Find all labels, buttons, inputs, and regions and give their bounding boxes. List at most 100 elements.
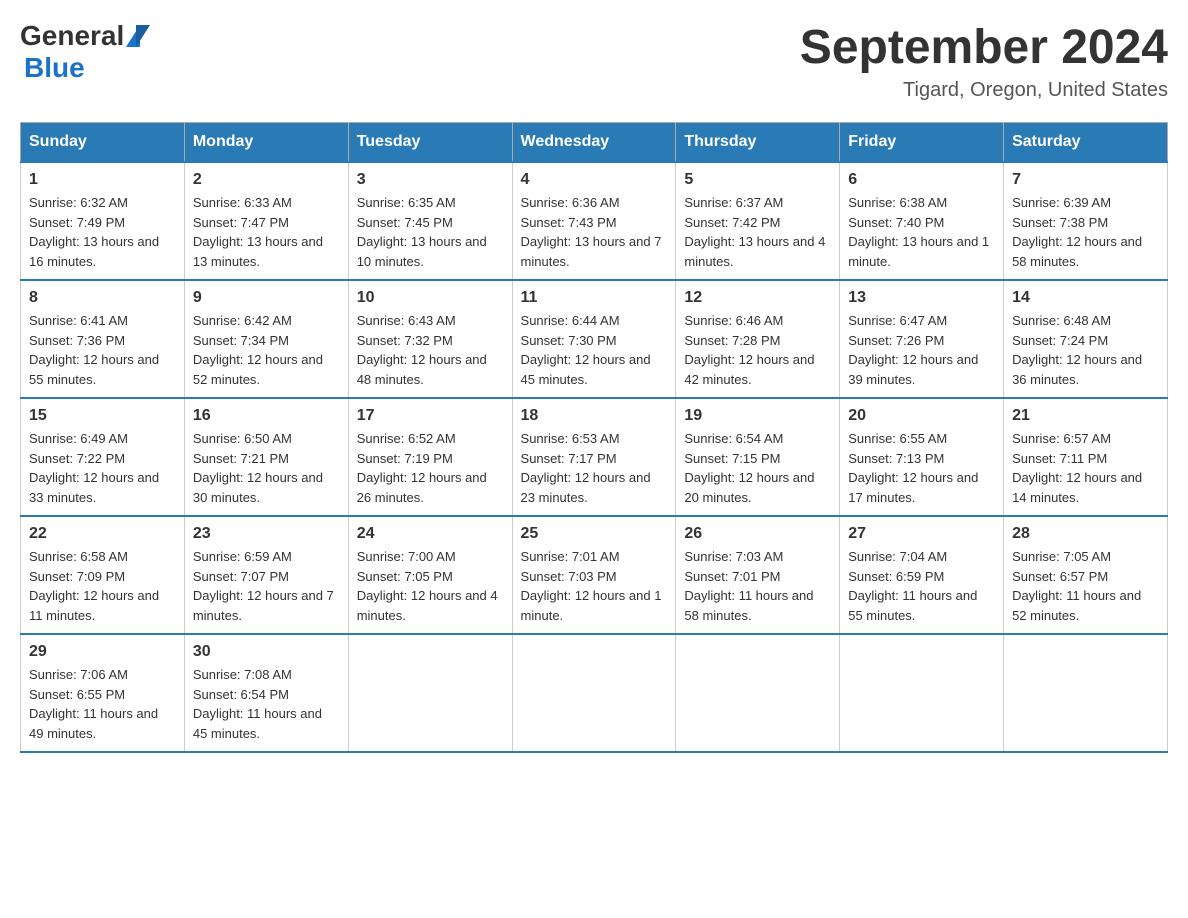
- day-number: 28: [1012, 525, 1159, 543]
- day-info: Sunrise: 6:48 AM Sunset: 7:24 PM Dayligh…: [1012, 311, 1159, 389]
- calendar-week-row: 15 Sunrise: 6:49 AM Sunset: 7:22 PM Dayl…: [21, 398, 1168, 516]
- title-section: September 2024 Tigard, Oregon, United St…: [800, 20, 1168, 102]
- table-row: 1 Sunrise: 6:32 AM Sunset: 7:49 PM Dayli…: [21, 162, 185, 280]
- day-info: Sunrise: 6:38 AM Sunset: 7:40 PM Dayligh…: [848, 193, 995, 271]
- day-info: Sunrise: 7:00 AM Sunset: 7:05 PM Dayligh…: [357, 547, 504, 625]
- day-number: 21: [1012, 407, 1159, 425]
- col-monday: Monday: [184, 123, 348, 163]
- col-thursday: Thursday: [676, 123, 840, 163]
- col-saturday: Saturday: [1004, 123, 1168, 163]
- day-number: 27: [848, 525, 995, 543]
- day-info: Sunrise: 6:55 AM Sunset: 7:13 PM Dayligh…: [848, 429, 995, 507]
- day-info: Sunrise: 6:57 AM Sunset: 7:11 PM Dayligh…: [1012, 429, 1159, 507]
- table-row: 13 Sunrise: 6:47 AM Sunset: 7:26 PM Dayl…: [840, 280, 1004, 398]
- calendar-week-row: 8 Sunrise: 6:41 AM Sunset: 7:36 PM Dayli…: [21, 280, 1168, 398]
- table-row: 19 Sunrise: 6:54 AM Sunset: 7:15 PM Dayl…: [676, 398, 840, 516]
- table-row: 29 Sunrise: 7:06 AM Sunset: 6:55 PM Dayl…: [21, 634, 185, 752]
- table-row: 24 Sunrise: 7:00 AM Sunset: 7:05 PM Dayl…: [348, 516, 512, 634]
- calendar-week-row: 1 Sunrise: 6:32 AM Sunset: 7:49 PM Dayli…: [21, 162, 1168, 280]
- day-number: 16: [193, 407, 340, 425]
- day-number: 30: [193, 643, 340, 661]
- day-number: 14: [1012, 289, 1159, 307]
- table-row: [1004, 634, 1168, 752]
- day-number: 24: [357, 525, 504, 543]
- day-number: 6: [848, 171, 995, 189]
- table-row: 8 Sunrise: 6:41 AM Sunset: 7:36 PM Dayli…: [21, 280, 185, 398]
- day-info: Sunrise: 6:52 AM Sunset: 7:19 PM Dayligh…: [357, 429, 504, 507]
- table-row: 6 Sunrise: 6:38 AM Sunset: 7:40 PM Dayli…: [840, 162, 1004, 280]
- day-info: Sunrise: 6:39 AM Sunset: 7:38 PM Dayligh…: [1012, 193, 1159, 271]
- table-row: 12 Sunrise: 6:46 AM Sunset: 7:28 PM Dayl…: [676, 280, 840, 398]
- table-row: 22 Sunrise: 6:58 AM Sunset: 7:09 PM Dayl…: [21, 516, 185, 634]
- table-row: 30 Sunrise: 7:08 AM Sunset: 6:54 PM Dayl…: [184, 634, 348, 752]
- day-info: Sunrise: 6:54 AM Sunset: 7:15 PM Dayligh…: [684, 429, 831, 507]
- day-info: Sunrise: 7:03 AM Sunset: 7:01 PM Dayligh…: [684, 547, 831, 625]
- day-number: 1: [29, 171, 176, 189]
- day-number: 3: [357, 171, 504, 189]
- day-info: Sunrise: 7:04 AM Sunset: 6:59 PM Dayligh…: [848, 547, 995, 625]
- page-header: General Blue September 2024 Tigard, Oreg…: [20, 20, 1168, 102]
- day-info: Sunrise: 6:50 AM Sunset: 7:21 PM Dayligh…: [193, 429, 340, 507]
- day-number: 23: [193, 525, 340, 543]
- day-number: 20: [848, 407, 995, 425]
- table-row: 25 Sunrise: 7:01 AM Sunset: 7:03 PM Dayl…: [512, 516, 676, 634]
- day-info: Sunrise: 6:58 AM Sunset: 7:09 PM Dayligh…: [29, 547, 176, 625]
- day-number: 11: [521, 289, 668, 307]
- col-friday: Friday: [840, 123, 1004, 163]
- table-row: 3 Sunrise: 6:35 AM Sunset: 7:45 PM Dayli…: [348, 162, 512, 280]
- table-row: 26 Sunrise: 7:03 AM Sunset: 7:01 PM Dayl…: [676, 516, 840, 634]
- day-info: Sunrise: 6:32 AM Sunset: 7:49 PM Dayligh…: [29, 193, 176, 271]
- day-info: Sunrise: 7:08 AM Sunset: 6:54 PM Dayligh…: [193, 665, 340, 743]
- day-info: Sunrise: 6:59 AM Sunset: 7:07 PM Dayligh…: [193, 547, 340, 625]
- table-row: 9 Sunrise: 6:42 AM Sunset: 7:34 PM Dayli…: [184, 280, 348, 398]
- day-info: Sunrise: 6:42 AM Sunset: 7:34 PM Dayligh…: [193, 311, 340, 389]
- day-info: Sunrise: 6:35 AM Sunset: 7:45 PM Dayligh…: [357, 193, 504, 271]
- day-number: 9: [193, 289, 340, 307]
- table-row: 14 Sunrise: 6:48 AM Sunset: 7:24 PM Dayl…: [1004, 280, 1168, 398]
- day-number: 22: [29, 525, 176, 543]
- day-number: 2: [193, 171, 340, 189]
- table-row: 27 Sunrise: 7:04 AM Sunset: 6:59 PM Dayl…: [840, 516, 1004, 634]
- day-info: Sunrise: 6:53 AM Sunset: 7:17 PM Dayligh…: [521, 429, 668, 507]
- table-row: 4 Sunrise: 6:36 AM Sunset: 7:43 PM Dayli…: [512, 162, 676, 280]
- day-number: 10: [357, 289, 504, 307]
- col-tuesday: Tuesday: [348, 123, 512, 163]
- day-number: 12: [684, 289, 831, 307]
- day-info: Sunrise: 6:43 AM Sunset: 7:32 PM Dayligh…: [357, 311, 504, 389]
- table-row: 7 Sunrise: 6:39 AM Sunset: 7:38 PM Dayli…: [1004, 162, 1168, 280]
- col-sunday: Sunday: [21, 123, 185, 163]
- day-info: Sunrise: 6:46 AM Sunset: 7:28 PM Dayligh…: [684, 311, 831, 389]
- day-number: 26: [684, 525, 831, 543]
- table-row: 18 Sunrise: 6:53 AM Sunset: 7:17 PM Dayl…: [512, 398, 676, 516]
- day-number: 25: [521, 525, 668, 543]
- table-row: 15 Sunrise: 6:49 AM Sunset: 7:22 PM Dayl…: [21, 398, 185, 516]
- table-row: [676, 634, 840, 752]
- day-info: Sunrise: 7:01 AM Sunset: 7:03 PM Dayligh…: [521, 547, 668, 625]
- table-row: 5 Sunrise: 6:37 AM Sunset: 7:42 PM Dayli…: [676, 162, 840, 280]
- col-wednesday: Wednesday: [512, 123, 676, 163]
- day-info: Sunrise: 6:44 AM Sunset: 7:30 PM Dayligh…: [521, 311, 668, 389]
- day-number: 29: [29, 643, 176, 661]
- table-row: 17 Sunrise: 6:52 AM Sunset: 7:19 PM Dayl…: [348, 398, 512, 516]
- day-info: Sunrise: 6:36 AM Sunset: 7:43 PM Dayligh…: [521, 193, 668, 271]
- day-number: 8: [29, 289, 176, 307]
- table-row: 23 Sunrise: 6:59 AM Sunset: 7:07 PM Dayl…: [184, 516, 348, 634]
- table-row: [348, 634, 512, 752]
- table-row: 11 Sunrise: 6:44 AM Sunset: 7:30 PM Dayl…: [512, 280, 676, 398]
- table-row: 28 Sunrise: 7:05 AM Sunset: 6:57 PM Dayl…: [1004, 516, 1168, 634]
- table-row: 20 Sunrise: 6:55 AM Sunset: 7:13 PM Dayl…: [840, 398, 1004, 516]
- day-info: Sunrise: 7:06 AM Sunset: 6:55 PM Dayligh…: [29, 665, 176, 743]
- day-info: Sunrise: 6:49 AM Sunset: 7:22 PM Dayligh…: [29, 429, 176, 507]
- logo: General Blue: [20, 20, 150, 84]
- day-number: 13: [848, 289, 995, 307]
- table-row: 10 Sunrise: 6:43 AM Sunset: 7:32 PM Dayl…: [348, 280, 512, 398]
- day-number: 7: [1012, 171, 1159, 189]
- day-info: Sunrise: 6:41 AM Sunset: 7:36 PM Dayligh…: [29, 311, 176, 389]
- day-info: Sunrise: 6:33 AM Sunset: 7:47 PM Dayligh…: [193, 193, 340, 271]
- logo-triangle2-icon: [136, 25, 150, 47]
- table-row: 21 Sunrise: 6:57 AM Sunset: 7:11 PM Dayl…: [1004, 398, 1168, 516]
- day-number: 15: [29, 407, 176, 425]
- table-row: [512, 634, 676, 752]
- day-info: Sunrise: 7:05 AM Sunset: 6:57 PM Dayligh…: [1012, 547, 1159, 625]
- day-number: 5: [684, 171, 831, 189]
